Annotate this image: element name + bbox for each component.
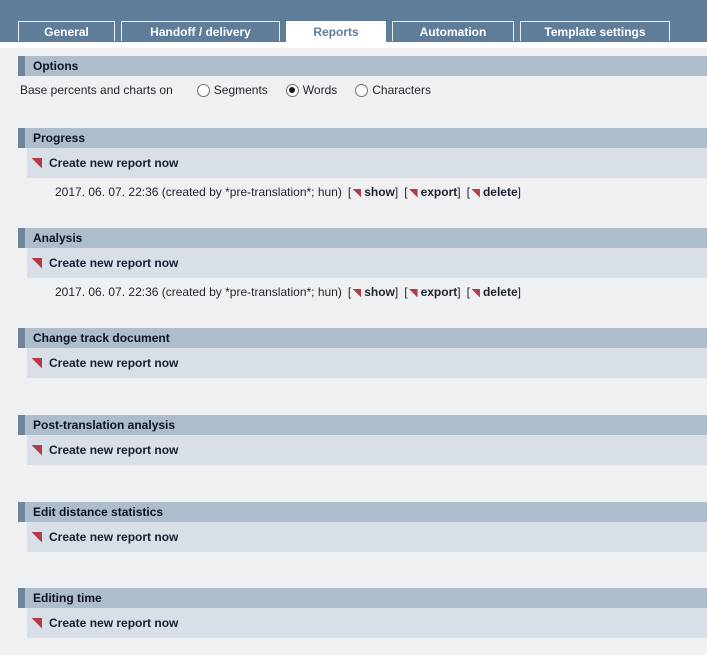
bracket-open: [ <box>348 285 351 299</box>
create-new-report-link-analysis[interactable]: Create new report now <box>27 248 707 278</box>
red-flag-icon <box>31 618 42 629</box>
post-translation-title: Post-translation analysis <box>33 418 175 432</box>
radio-segments[interactable]: Segments <box>197 83 268 97</box>
report-action-label: delete <box>483 185 518 199</box>
spacer <box>0 465 707 502</box>
bracket-close: ] <box>518 185 521 199</box>
section-progress: Progress Create new report now 2017. 06.… <box>0 128 707 206</box>
analysis-section-header: Analysis <box>18 228 707 248</box>
radio-label-characters: Characters <box>372 83 431 97</box>
report-action-label: show <box>364 285 395 299</box>
create-new-report-label: Create new report now <box>49 356 178 370</box>
create-new-report-link-edit-distance[interactable]: Create new report now <box>27 522 707 552</box>
bracket-open: [ <box>467 185 470 199</box>
edit-distance-section-header: Edit distance statistics <box>18 502 707 522</box>
edit-distance-title: Edit distance statistics <box>33 505 163 519</box>
radio-circle-segments <box>197 84 210 97</box>
section-edit-distance-statistics: Edit distance statistics Create new repo… <box>0 502 707 552</box>
red-flag-icon <box>409 289 418 298</box>
report-action-label: export <box>421 185 458 199</box>
section-options: Options Base percents and charts on Segm… <box>0 56 707 104</box>
red-flag-icon <box>352 289 361 298</box>
editing-time-section-header: Editing time <box>18 588 707 608</box>
spacer <box>0 552 707 588</box>
report-action-show[interactable]: [ show] <box>348 285 398 299</box>
bracket-close: ] <box>395 285 398 299</box>
red-flag-icon <box>31 445 42 456</box>
red-flag-icon <box>31 258 42 269</box>
section-editing-time: Editing time Create new report now <box>0 588 707 638</box>
report-action-label: show <box>364 185 395 199</box>
report-action-label: export <box>421 285 458 299</box>
tab-general[interactable]: General <box>18 21 115 41</box>
bracket-open: [ <box>467 285 470 299</box>
report-action-delete[interactable]: [ delete] <box>467 285 521 299</box>
radio-circle-characters <box>355 84 368 97</box>
progress-section-header: Progress <box>18 128 707 148</box>
create-new-report-label: Create new report now <box>49 256 178 270</box>
radio-words[interactable]: Words <box>286 83 337 97</box>
spacer <box>0 206 707 228</box>
options-title: Options <box>33 59 78 73</box>
radio-circle-words <box>286 84 299 97</box>
analysis-title: Analysis <box>33 231 82 245</box>
tab-bar: General Handoff / delivery Reports Autom… <box>0 0 707 42</box>
red-flag-icon <box>471 189 480 198</box>
options-section-header: Options <box>18 56 707 76</box>
red-flag-icon <box>352 189 361 198</box>
red-flag-icon <box>471 289 480 298</box>
editing-time-title: Editing time <box>33 591 102 605</box>
section-analysis: Analysis Create new report now 2017. 06.… <box>0 228 707 306</box>
bracket-close: ] <box>457 285 460 299</box>
bracket-open: [ <box>404 285 407 299</box>
spacer <box>0 104 707 128</box>
bracket-close: ] <box>518 285 521 299</box>
tab-strip: General Handoff / delivery Reports Autom… <box>18 21 670 42</box>
red-flag-icon <box>31 532 42 543</box>
report-entry-text: 2017. 06. 07. 22:36 (created by *pre-tra… <box>55 185 342 199</box>
section-change-track-document: Change track document Create new report … <box>0 328 707 378</box>
bracket-open: [ <box>404 185 407 199</box>
create-new-report-label: Create new report now <box>49 443 178 457</box>
radio-label-words: Words <box>303 83 337 97</box>
content-top-strip <box>0 42 707 48</box>
create-new-report-link-editing-time[interactable]: Create new report now <box>27 608 707 638</box>
base-percents-row: Base percents and charts on Segments Wor… <box>0 76 707 104</box>
change-track-title: Change track document <box>33 331 170 345</box>
bracket-close: ] <box>395 185 398 199</box>
create-new-report-link-progress[interactable]: Create new report now <box>27 148 707 178</box>
spacer <box>0 306 707 328</box>
progress-title: Progress <box>33 131 85 145</box>
report-entry: 2017. 06. 07. 22:36 (created by *pre-tra… <box>0 278 707 306</box>
create-new-report-label: Create new report now <box>49 530 178 544</box>
bracket-open: [ <box>348 185 351 199</box>
report-entry-text: 2017. 06. 07. 22:36 (created by *pre-tra… <box>55 285 342 299</box>
radio-characters[interactable]: Characters <box>355 83 431 97</box>
red-flag-icon <box>409 189 418 198</box>
red-flag-icon <box>31 358 42 369</box>
tab-reports[interactable]: Reports <box>286 21 386 42</box>
radio-label-segments: Segments <box>214 83 268 97</box>
create-new-report-label: Create new report now <box>49 616 178 630</box>
base-percents-label: Base percents and charts on <box>20 83 173 97</box>
post-translation-section-header: Post-translation analysis <box>18 415 707 435</box>
report-action-show[interactable]: [ show] <box>348 185 398 199</box>
tab-automation[interactable]: Automation <box>392 21 514 41</box>
red-flag-icon <box>31 158 42 169</box>
report-action-export[interactable]: [ export] <box>404 185 460 199</box>
spacer <box>0 378 707 415</box>
tab-template-settings[interactable]: Template settings <box>520 21 670 41</box>
create-new-report-link-change-track[interactable]: Create new report now <box>27 348 707 378</box>
section-post-translation-analysis: Post-translation analysis Create new rep… <box>0 415 707 465</box>
report-action-label: delete <box>483 285 518 299</box>
create-new-report-label: Create new report now <box>49 156 178 170</box>
report-entry: 2017. 06. 07. 22:36 (created by *pre-tra… <box>0 178 707 206</box>
report-action-delete[interactable]: [ delete] <box>467 185 521 199</box>
create-new-report-link-post-translation[interactable]: Create new report now <box>27 435 707 465</box>
change-track-section-header: Change track document <box>18 328 707 348</box>
report-action-export[interactable]: [ export] <box>404 285 460 299</box>
tab-handoff-delivery[interactable]: Handoff / delivery <box>121 21 280 41</box>
bracket-close: ] <box>457 185 460 199</box>
